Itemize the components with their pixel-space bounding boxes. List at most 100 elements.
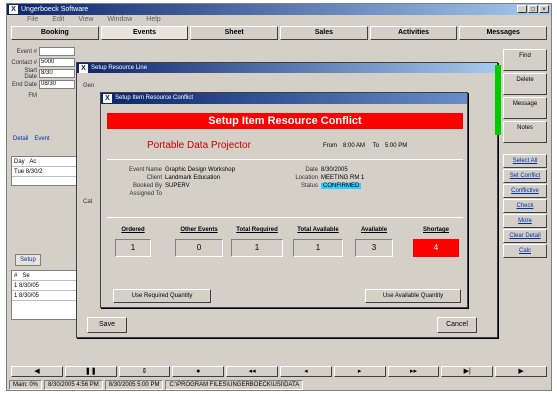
menu-help[interactable]: Help: [146, 15, 160, 25]
shortage-value: 4: [413, 239, 459, 257]
grid-header: # Se: [12, 271, 76, 281]
menu-file[interactable]: File: [27, 15, 38, 25]
booked-by-value: SUPERV: [165, 183, 190, 189]
nav-forward-button[interactable]: ▸▸: [387, 366, 440, 377]
detail-subtabs: Detail Event: [13, 136, 50, 142]
metric-total-required: Total Required 1: [231, 227, 283, 257]
end-date-field[interactable]: 08/30: [39, 80, 75, 89]
find-button[interactable]: Find: [503, 49, 547, 71]
message-button[interactable]: Message: [503, 97, 547, 119]
tab-sheet[interactable]: Sheet: [190, 26, 279, 40]
calc-button[interactable]: Calc: [503, 244, 547, 258]
metric-available: Available 3: [355, 227, 393, 257]
field-label: End Date: [11, 81, 37, 88]
info-label: Date: [305, 167, 318, 173]
total-required-value: 1: [231, 239, 283, 257]
select-all-button[interactable]: Select All: [503, 154, 547, 168]
menu-edit[interactable]: Edit: [52, 15, 64, 25]
subtab-detail[interactable]: Detail: [13, 136, 28, 142]
time-range: From 8:00 AM To 5:00 PM: [323, 143, 413, 149]
info-row: Booked By SUPERV Status CONFIRMED: [113, 183, 463, 191]
nav-rewind-button[interactable]: ◂◂: [226, 366, 278, 377]
assigned-to-value: [165, 191, 275, 199]
nav-last-button[interactable]: ▶|: [441, 366, 494, 377]
form-row: Start Date 8/30: [11, 68, 75, 80]
menu-window[interactable]: Window: [107, 15, 132, 25]
clear-detail-button[interactable]: Clear Detail: [503, 229, 547, 243]
subtab-event[interactable]: Event: [34, 136, 49, 142]
table-row[interactable]: 1 8/30/05: [12, 291, 76, 301]
minimize-button[interactable]: _: [517, 5, 527, 13]
conflictive-button[interactable]: Conflictive: [503, 184, 547, 198]
info-label: Event Name: [128, 167, 162, 173]
side-label-cat: Cat: [83, 199, 93, 205]
event-number-field[interactable]: [39, 47, 75, 56]
tab-activities[interactable]: Activities: [369, 26, 458, 40]
tab-setup[interactable]: Setup: [15, 254, 41, 266]
app-icon: X: [9, 5, 18, 14]
status-mode: Main: 0%: [9, 380, 43, 390]
metric-other-events: Other Events 0: [175, 227, 223, 257]
tab-sales[interactable]: Sales: [280, 26, 368, 40]
start-date-field[interactable]: 8/30: [39, 69, 75, 78]
conflict-dialog-title: Setup Item Resource Conflict: [115, 95, 194, 101]
event-form: Event # Contact #5000 Start Date 8/30 End…: [11, 46, 75, 101]
to-value: 5:00 PM: [384, 143, 408, 149]
metric-label: Shortage: [422, 227, 449, 233]
notes-button[interactable]: Notes: [503, 121, 547, 143]
status-start: 8/30/2005 4:56 PM: [44, 380, 103, 390]
table-row[interactable]: 1 8/30/05: [12, 281, 76, 291]
info-label: Location: [295, 175, 318, 181]
form-row: FM: [11, 90, 75, 101]
cancel-button[interactable]: Cancel: [437, 317, 477, 333]
metric-label: Total Available: [297, 227, 339, 233]
form-row: Contact #5000: [11, 57, 75, 68]
event-day-grid: Day Ac Tue 8/30/2: [11, 156, 77, 186]
save-button[interactable]: Save: [87, 317, 127, 333]
info-row: Event Name Graphic Design Workshop Date 8/…: [113, 167, 463, 175]
close-button[interactable]: ×: [539, 5, 549, 13]
grid-header: Day Ac: [12, 157, 76, 167]
metric-label: Available: [360, 227, 388, 233]
ordered-value: 1: [115, 239, 151, 257]
col-se: Se: [22, 273, 30, 279]
nav-end-button[interactable]: ▶: [495, 366, 547, 377]
tab-events[interactable]: Events: [100, 26, 189, 40]
col-number: #: [14, 273, 18, 279]
nav-prev-button[interactable]: ◂: [279, 366, 332, 377]
other-events-value: 0: [175, 239, 223, 257]
metric-label: Other Events: [180, 227, 218, 233]
menu-view[interactable]: View: [78, 15, 93, 25]
col-day: Day: [14, 159, 25, 165]
check-resource-button[interactable]: Check Resource: [503, 199, 547, 222]
tab-booking[interactable]: Booking: [11, 26, 99, 40]
table-row[interactable]: Tue 8/30/2: [12, 167, 76, 177]
event-name-value: Graphic Design Workshop: [165, 167, 235, 173]
info-label: Client: [146, 175, 162, 181]
right-link-panel: Select All Set Conflict Conflictive Chec…: [503, 154, 547, 258]
metric-shortage: Shortage 4: [413, 227, 459, 257]
tab-messages[interactable]: Messages: [459, 26, 548, 40]
set-conflict-button[interactable]: Set Conflict: [503, 169, 547, 183]
metric-label: Ordered: [121, 227, 145, 233]
app-icon: X: [79, 64, 88, 73]
nav-first-button[interactable]: ◀: [11, 366, 63, 377]
status-value: CONFIRMED: [321, 183, 362, 189]
contact-number-field[interactable]: 5000: [39, 58, 75, 67]
field-label: Contact #: [11, 59, 37, 66]
side-label-gen: Gen: [83, 83, 95, 89]
nav-pause-button[interactable]: ❚❚: [64, 366, 117, 377]
col-ac: Ac: [29, 159, 37, 165]
maximize-button[interactable]: □: [528, 5, 538, 13]
nav-next-button[interactable]: ▸: [333, 366, 386, 377]
form-row: End Date 08/30: [11, 79, 75, 90]
status-indicator: [495, 65, 501, 135]
delete-button[interactable]: Delete: [503, 73, 547, 95]
more-button[interactable]: More: [503, 214, 547, 228]
form-row: Event #: [11, 46, 75, 57]
use-required-quantity-button[interactable]: Use Required Quantity: [113, 289, 211, 303]
nav-record-button[interactable]: ●: [172, 366, 225, 377]
use-available-quantity-button[interactable]: Use Available Quantity: [365, 289, 461, 303]
date-value: 8/30/2005: [321, 167, 348, 173]
nav-sort-button[interactable]: ⇕: [118, 366, 171, 377]
